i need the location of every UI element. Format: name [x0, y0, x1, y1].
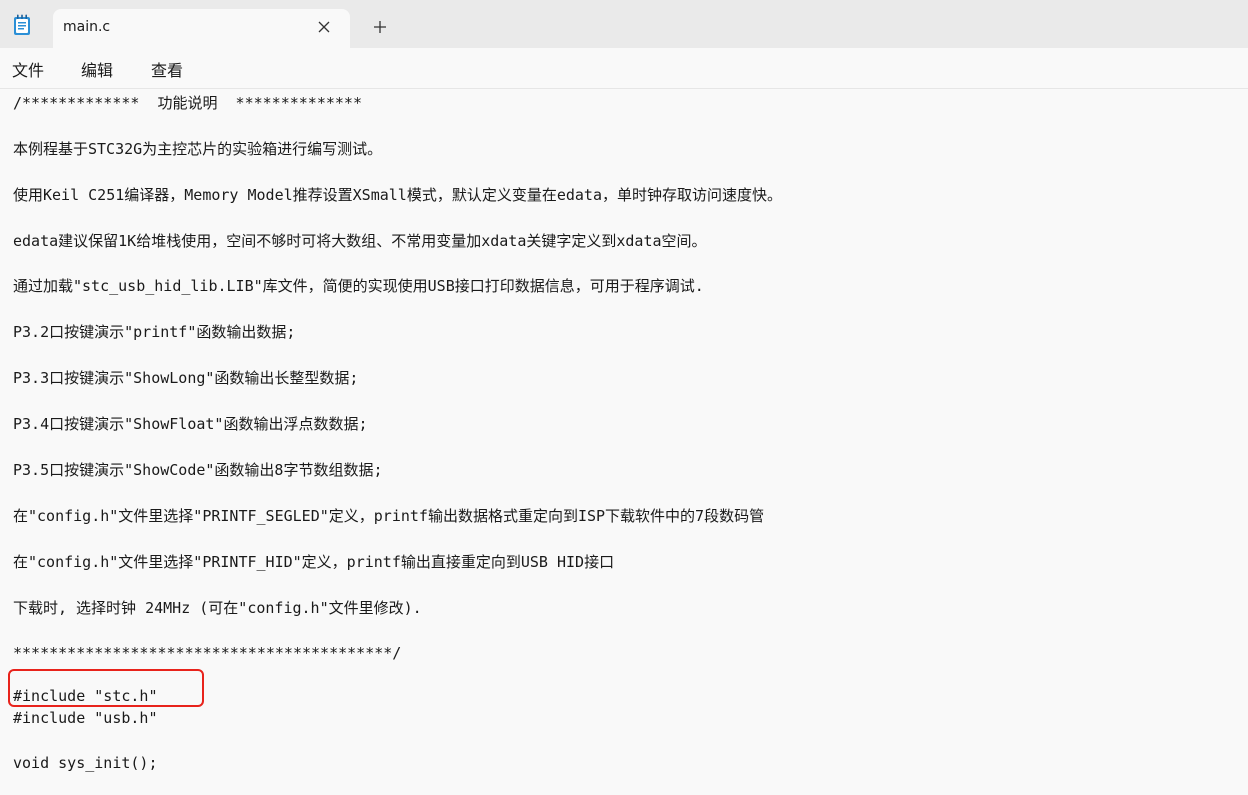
code-line: 通过加载"stc_usb_hid_lib.LIB"库文件，简便的实现使用USB接… [13, 277, 704, 295]
menu-file[interactable]: 文件 [12, 57, 44, 81]
code-line: 在"config.h"文件里选择"PRINTF_SEGLED"定义，printf… [13, 507, 765, 525]
code-line: P3.4口按键演示"ShowFloat"函数输出浮点数数据; [13, 415, 368, 433]
code-line: 下载时, 选择时钟 24MHz (可在"config.h"文件里修改). [13, 599, 422, 617]
highlight-annotation [8, 669, 204, 707]
code-line: P3.3口按键演示"ShowLong"函数输出长整型数据; [13, 369, 359, 387]
code-line: 本例程基于STC32G为主控芯片的实验箱进行编写测试。 [13, 140, 383, 158]
title-bar: main.c [0, 0, 1248, 48]
code-line: P3.2口按键演示"printf"函数输出数据; [13, 323, 296, 341]
menu-bar: 文件 编辑 查看 [0, 48, 1248, 89]
tab-title: main.c [63, 19, 111, 35]
code-line: 在"config.h"文件里选择"PRINTF_HID"定义，printf输出直… [13, 553, 615, 571]
notepad-icon [13, 14, 31, 36]
menu-edit[interactable]: 编辑 [81, 57, 113, 81]
code-line: /************* 功能说明 ************** [13, 94, 362, 112]
menu-view[interactable]: 查看 [151, 57, 183, 81]
tab-main-c[interactable]: main.c [53, 9, 350, 48]
code-line: edata建议保留1K给堆栈使用，空间不够时可将大数组、不常用变量加xdata关… [13, 232, 707, 250]
code-line: 使用Keil C251编译器，Memory Model推荐设置XSmall模式，… [13, 186, 782, 204]
plus-icon [374, 21, 386, 33]
close-icon[interactable] [315, 18, 333, 36]
code-line: void sys_init(); [13, 754, 158, 772]
code-line: ****************************************… [13, 644, 402, 662]
code-line: #include "usb.h" [13, 709, 158, 727]
code-line: P3.5口按键演示"ShowCode"函数输出8字节数组数据; [13, 461, 383, 479]
new-tab-button[interactable] [370, 17, 390, 37]
